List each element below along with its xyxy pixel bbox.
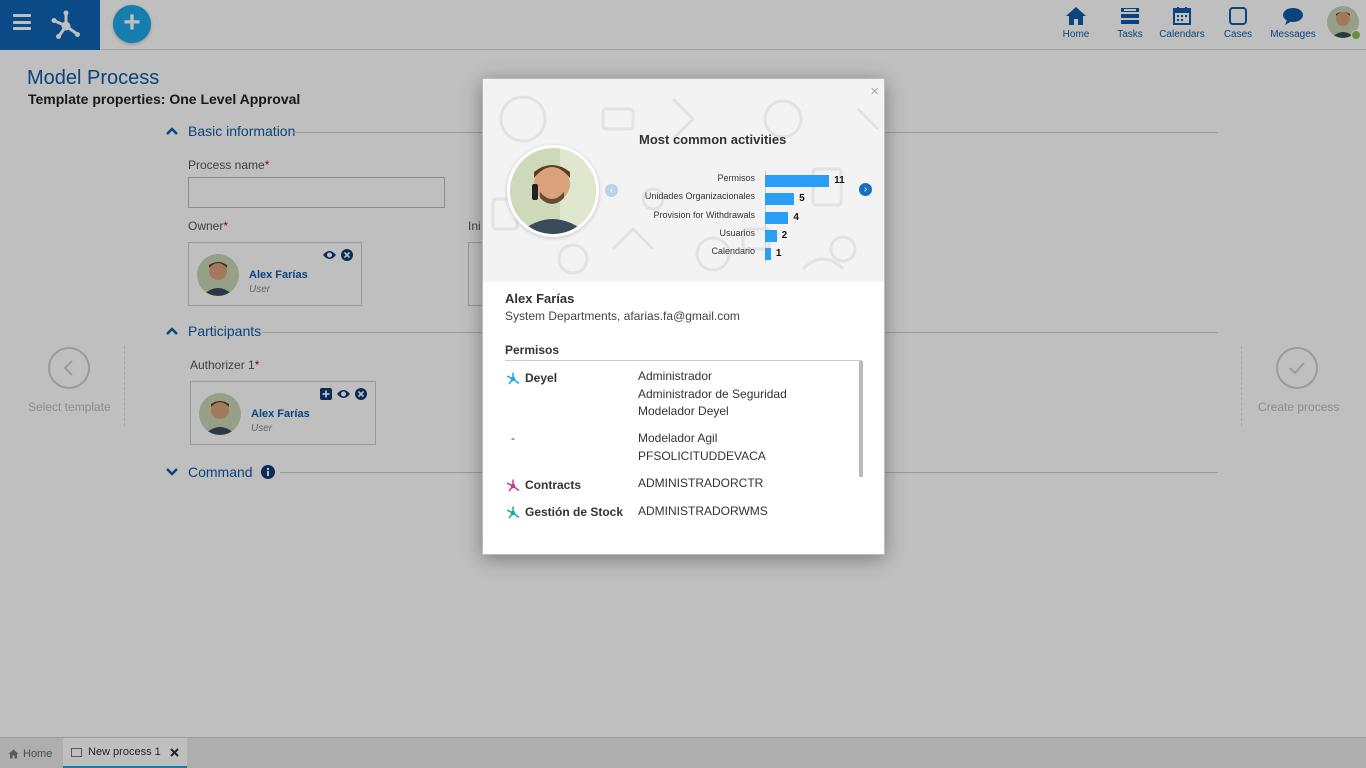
chart-bar[interactable] bbox=[765, 229, 777, 242]
chart-bar[interactable] bbox=[765, 248, 771, 261]
unnamed-app-roles: Modelador Agil PFSOLICITUDDEVACA bbox=[638, 431, 766, 463]
stock-roles: ADMINISTRADORWMS bbox=[638, 504, 768, 518]
carousel-next-button[interactable]: › bbox=[859, 183, 872, 196]
app-deyel: Deyel bbox=[505, 370, 557, 386]
app-unnamed: - bbox=[511, 431, 515, 445]
app-gestion-de-stock: Gestión de Stock bbox=[505, 504, 623, 520]
contracts-app-icon bbox=[506, 479, 520, 492]
permissions-divider bbox=[505, 360, 862, 361]
chart-bar[interactable] bbox=[765, 193, 795, 206]
contracts-roles: ADMINISTRADORCTR bbox=[638, 476, 764, 490]
user-profile-modal: Most common activities ‹ › Permisos 11 Uni… bbox=[482, 78, 885, 555]
chart-bar-value: 1 bbox=[775, 248, 782, 260]
chart-bar[interactable] bbox=[765, 175, 830, 187]
app-contracts: Contracts bbox=[505, 477, 581, 493]
chart-category-label: Usuarios bbox=[719, 227, 755, 238]
chart-category-label: Unidades Organizacionales bbox=[644, 191, 755, 202]
profile-photo bbox=[507, 145, 599, 237]
chart-bar-value: 11 bbox=[834, 175, 845, 186]
deyel-app-icon bbox=[506, 372, 520, 385]
person-info: System Departments, afarias.fa@gmail.com bbox=[505, 309, 740, 323]
chart-category-label: Calendario bbox=[711, 246, 755, 257]
user-photo-icon bbox=[510, 148, 596, 234]
profile-banner: Most common activities ‹ › Permisos 11 Uni… bbox=[483, 79, 884, 282]
chart-category-label: Provision for Withdrawals bbox=[653, 209, 755, 220]
close-modal-button[interactable]: × bbox=[870, 83, 879, 100]
chart-bar-value: 4 bbox=[793, 211, 799, 223]
stock-app-icon bbox=[506, 506, 520, 519]
chart-bar[interactable] bbox=[765, 211, 789, 224]
chart-category-label: Permisos bbox=[717, 173, 755, 183]
permissions-title: Permisos bbox=[505, 343, 560, 357]
permissions-scrollbar[interactable] bbox=[859, 361, 863, 477]
chart-bar-value: 5 bbox=[799, 193, 805, 205]
deyel-roles: Administrador Administrador de Seguridad… bbox=[638, 369, 787, 418]
chart-title: Most common activities bbox=[639, 132, 787, 147]
chart-bar-value: 2 bbox=[781, 229, 788, 241]
person-name: Alex Farías bbox=[505, 291, 575, 306]
